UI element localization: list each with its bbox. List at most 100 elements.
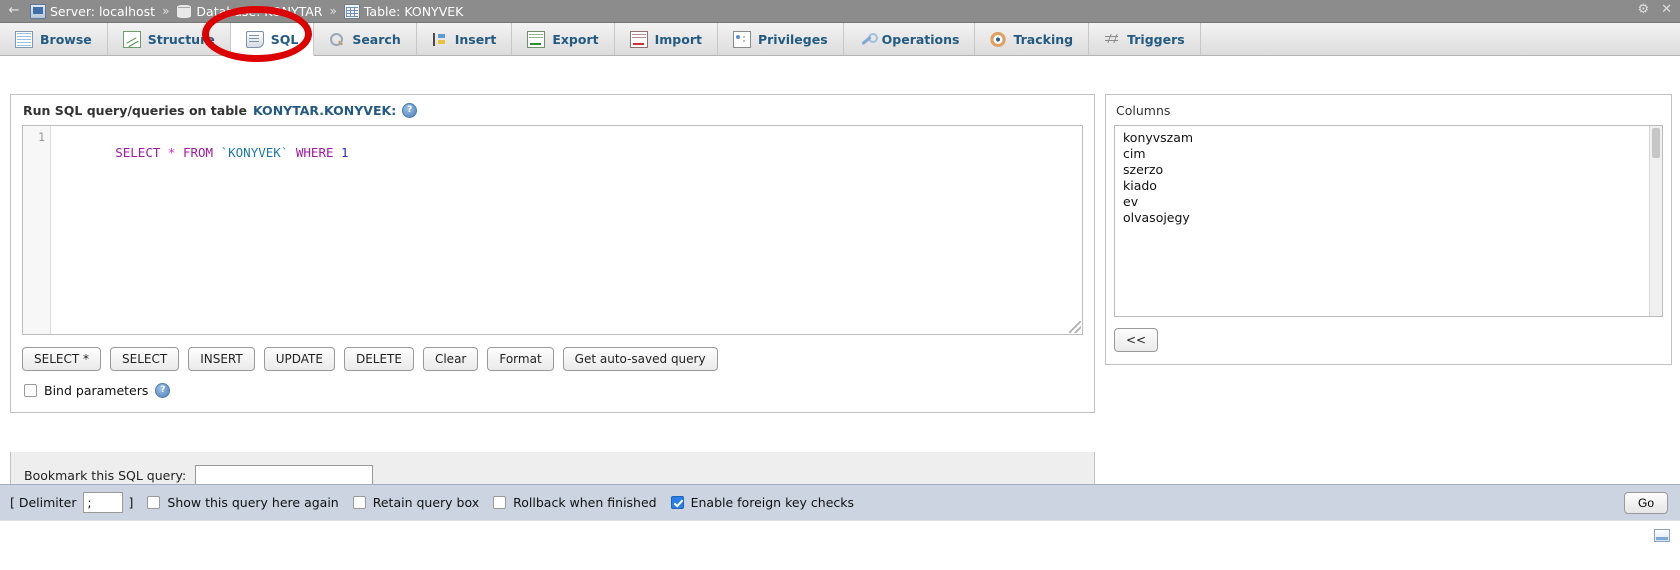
bookmark-input[interactable]: [195, 465, 374, 486]
retain-query-box-checkbox[interactable]: [352, 496, 366, 509]
list-item[interactable]: cim: [1121, 146, 1662, 162]
list-item[interactable]: konyvszam: [1121, 130, 1662, 146]
sql-editor[interactable]: 1 SELECT * FROM `KONYVEK` WHERE 1: [22, 125, 1083, 335]
triggers-icon: [1104, 32, 1120, 47]
format-button[interactable]: Format: [487, 347, 554, 371]
sql-panel-header: Run SQL query/queries on table KONYTAR.K…: [11, 95, 1094, 125]
rollback-when-finished-checkbox[interactable]: [493, 496, 507, 509]
sql-token-select: SELECT: [115, 145, 161, 160]
tab-operations[interactable]: Operations: [844, 23, 976, 55]
go-button[interactable]: Go: [1623, 492, 1668, 514]
sql-panel-header-table: KONYTAR.KONYVEK:: [252, 103, 397, 118]
list-item[interactable]: ev: [1121, 194, 1662, 210]
bind-parameters-checkbox[interactable]: [24, 384, 37, 397]
tab-sql[interactable]: SQL: [230, 23, 315, 56]
delimiter-open-label: [ Delimiter: [10, 495, 77, 510]
tab-import[interactable]: Import: [615, 23, 718, 55]
tab-insert-label: Insert: [454, 31, 497, 47]
sql-token-where: WHERE: [295, 145, 334, 160]
tab-browse-label: Browse: [40, 31, 92, 47]
operations-icon: [859, 32, 878, 47]
import-icon: [629, 30, 648, 48]
columns-panel-title: Columns: [1116, 103, 1171, 118]
insert-column-button[interactable]: <<: [1114, 328, 1159, 352]
get-auto-saved-query-button[interactable]: Get auto-saved query: [562, 347, 718, 371]
close-icon[interactable]: ✕: [1661, 3, 1672, 17]
delimiter-input[interactable]: [82, 492, 123, 513]
sql-icon: [245, 30, 264, 48]
update-button[interactable]: UPDATE: [263, 347, 335, 371]
tab-import-label: Import: [654, 31, 702, 47]
retain-query-box-label: Retain query box: [372, 495, 480, 510]
breadcrumb-separator-2: »: [329, 4, 337, 18]
tab-sql-label: SQL: [270, 31, 299, 47]
help-icon[interactable]: ?: [402, 103, 418, 118]
page-footer: [0, 520, 1680, 570]
show-query-again-option[interactable]: Show this query here again: [147, 495, 339, 510]
enable-foreign-key-checks-checkbox[interactable]: [670, 496, 684, 509]
insert-button[interactable]: INSERT: [188, 347, 255, 371]
bottom-options-bar: [ Delimiter ] Show this query here again…: [0, 484, 1680, 520]
bind-parameters-label: Bind parameters: [44, 383, 149, 398]
bind-parameters-row: Bind parameters ?: [11, 371, 1094, 412]
tab-privileges[interactable]: Privileges: [718, 23, 844, 55]
enable-foreign-key-checks-label: Enable foreign key checks: [690, 495, 855, 510]
sql-code-line[interactable]: SELECT * FROM `KONYVEK` WHERE 1: [55, 130, 1078, 175]
delimiter-group: [ Delimiter ]: [10, 492, 133, 513]
tab-insert[interactable]: Insert: [417, 23, 513, 55]
back-arrow-icon[interactable]: ←: [6, 3, 22, 19]
columns-list[interactable]: konyvszam cim szerzo kiado ev olvasojegy: [1114, 125, 1663, 317]
sql-token-from: FROM: [182, 145, 214, 160]
tab-export[interactable]: Export: [512, 23, 615, 55]
tab-tracking[interactable]: Tracking: [975, 23, 1090, 55]
server-icon: [30, 3, 46, 19]
editor-resize-handle[interactable]: [1069, 321, 1081, 333]
tab-triggers[interactable]: Triggers: [1089, 23, 1201, 55]
bind-parameters-help-icon[interactable]: ?: [155, 383, 171, 398]
sql-panel-header-prefix: Run SQL query/queries on table: [23, 103, 247, 118]
bookmark-label: Bookmark this SQL query:: [24, 468, 187, 483]
privileges-icon: [732, 30, 751, 48]
tab-structure[interactable]: Structure: [108, 23, 231, 55]
clear-button[interactable]: Clear: [422, 347, 479, 371]
export-icon: [527, 30, 546, 48]
delete-button[interactable]: DELETE: [343, 347, 414, 371]
editor-gutter: 1: [23, 126, 51, 334]
insert-icon: [432, 32, 448, 47]
sql-token-table: `KONYVEK`: [220, 145, 289, 160]
tracking-icon: [990, 31, 1007, 47]
sql-token-number: 1: [341, 145, 349, 160]
titlebar-icons: ⚙ ✕: [1637, 3, 1672, 17]
gear-icon[interactable]: ⚙: [1637, 3, 1649, 17]
breadcrumb-item-database[interactable]: Database: KONYTAR: [176, 3, 323, 19]
tab-bar: Browse Structure SQL Search Insert Expor…: [0, 23, 1680, 56]
columns-list-scrollbar[interactable]: [1649, 126, 1662, 316]
rollback-when-finished-label: Rollback when finished: [513, 495, 657, 510]
search-icon: [329, 32, 345, 47]
retain-query-box-option[interactable]: Retain query box: [352, 495, 480, 510]
database-icon: [176, 3, 193, 19]
breadcrumb-server-label: Server: localhost: [50, 3, 156, 19]
list-item[interactable]: olvasojegy: [1121, 210, 1662, 226]
line-number: 1: [38, 130, 45, 144]
select-star-button[interactable]: SELECT *: [22, 347, 101, 371]
delimiter-close-label: ]: [128, 495, 134, 510]
breadcrumb-table-label: Table: KONYVEK: [363, 3, 464, 19]
show-query-again-checkbox[interactable]: [147, 496, 161, 509]
list-item[interactable]: szerzo: [1121, 162, 1662, 178]
list-item[interactable]: kiado: [1121, 178, 1662, 194]
sql-query-panel: Run SQL query/queries on table KONYTAR.K…: [10, 94, 1095, 413]
enable-foreign-key-checks-option[interactable]: Enable foreign key checks: [670, 495, 855, 510]
tab-search[interactable]: Search: [314, 23, 417, 55]
columns-panel: Columns konyvszam cim szerzo kiado ev ol…: [1105, 94, 1672, 365]
table-icon: [343, 3, 360, 19]
query-buttons-row: SELECT * SELECT INSERT UPDATE DELETE Cle…: [11, 335, 1094, 371]
tab-tracking-label: Tracking: [1013, 31, 1074, 47]
breadcrumb-item-server[interactable]: Server: localhost: [30, 3, 156, 19]
console-icon[interactable]: [1654, 529, 1670, 542]
rollback-when-finished-option[interactable]: Rollback when finished: [493, 495, 657, 510]
breadcrumb-item-table[interactable]: Table: KONYVEK: [343, 3, 464, 19]
tab-browse[interactable]: Browse: [0, 23, 108, 55]
select-button[interactable]: SELECT: [110, 347, 180, 371]
tab-structure-label: Structure: [147, 31, 215, 47]
